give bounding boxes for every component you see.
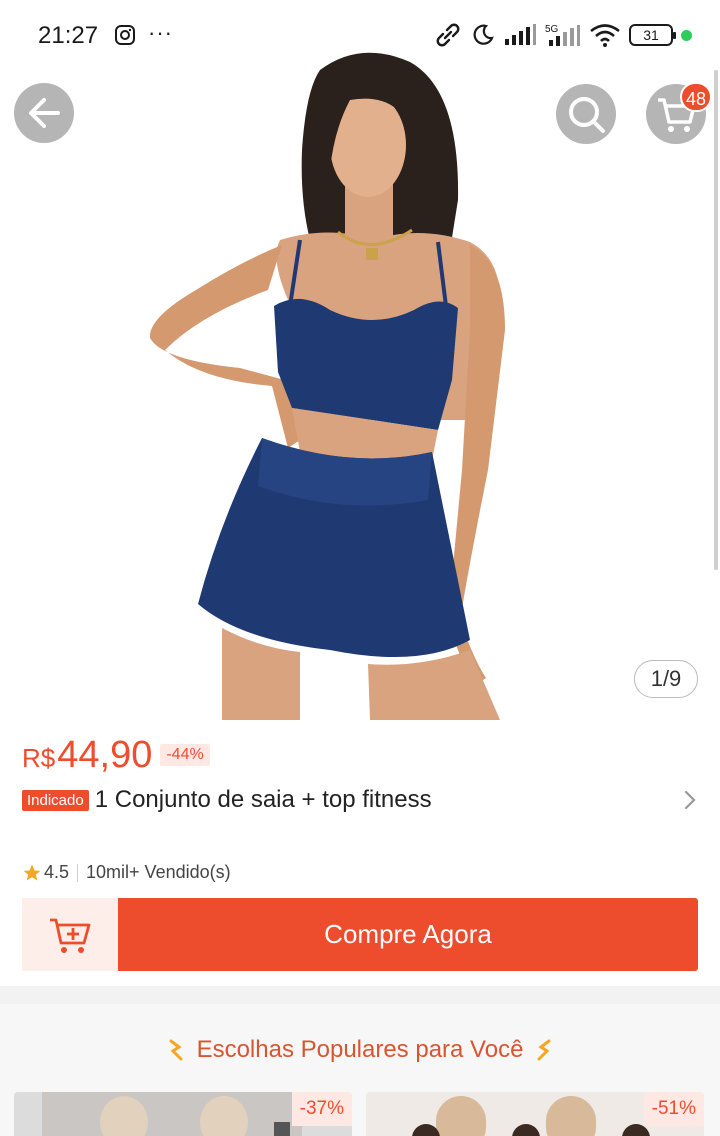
price-currency: R$	[22, 743, 56, 773]
popular-title-row: Escolhas Populares para Você	[0, 1036, 720, 1070]
star-icon	[23, 864, 41, 880]
product-title-row[interactable]: Indicado 1 Conjunto de saia + top fitnes…	[22, 786, 698, 814]
sold-count: 10mil+ Vendido(s)	[86, 862, 231, 882]
svg-text:5G: 5G	[545, 24, 559, 35]
cart-button[interactable]: 48	[646, 82, 712, 144]
recommended-tag: Indicado	[22, 789, 89, 811]
popular-section: Escolhas Populares para Você -37% -51%	[0, 1004, 720, 1136]
cart-count-badge: 48	[679, 82, 712, 112]
chevron-right-icon	[684, 790, 696, 810]
battery-indicator: 31	[629, 24, 676, 46]
add-to-cart-button[interactable]	[22, 898, 118, 971]
back-button[interactable]	[14, 83, 74, 143]
add-cart-icon	[50, 918, 91, 953]
search-button[interactable]	[556, 84, 616, 144]
section-divider	[0, 986, 720, 1004]
card-discount-badge: -37%	[291, 1092, 352, 1126]
rating-value: 4.5	[44, 862, 70, 882]
popular-title: Escolhas Populares para Você	[196, 1036, 524, 1063]
product-card[interactable]: -37%	[14, 1092, 352, 1136]
moon-icon	[473, 24, 494, 45]
link-icon	[436, 23, 460, 47]
rating-row: 4.5 10mil+ Vendido(s)	[22, 862, 231, 883]
signal-icon	[505, 24, 536, 45]
instagram-icon	[115, 25, 135, 45]
wifi-icon	[590, 24, 620, 47]
sparkle-right-icon	[537, 1039, 551, 1061]
arrow-left-icon	[29, 98, 60, 128]
sparkle-left-icon	[169, 1039, 183, 1061]
price-row: R$ 44,90 -44%	[22, 734, 210, 777]
more-notifications-icon: ···	[148, 20, 173, 45]
card-discount-badge: -51%	[643, 1092, 704, 1126]
buy-bar: Compre Agora	[22, 898, 698, 971]
discount-badge: -44%	[160, 744, 210, 766]
product-image[interactable]: 48 1/9	[0, 0, 720, 720]
signal-5g-icon: 5G	[545, 24, 580, 46]
active-dot-icon	[681, 29, 692, 41]
scrollbar	[714, 70, 718, 570]
price-value: 44,90	[57, 734, 153, 776]
buy-now-button[interactable]: Compre Agora	[118, 898, 698, 971]
status-bar: 21:27 ··· 5G 31	[0, 0, 720, 72]
search-icon	[569, 97, 605, 133]
product-card[interactable]: -51%	[366, 1092, 704, 1136]
status-time: 21:27	[38, 22, 99, 49]
status-icons: 5G 31	[433, 20, 692, 50]
image-pager: 1/9	[634, 660, 698, 698]
product-title: 1 Conjunto de saia + top fitness	[94, 786, 432, 813]
rating-divider	[77, 863, 79, 882]
